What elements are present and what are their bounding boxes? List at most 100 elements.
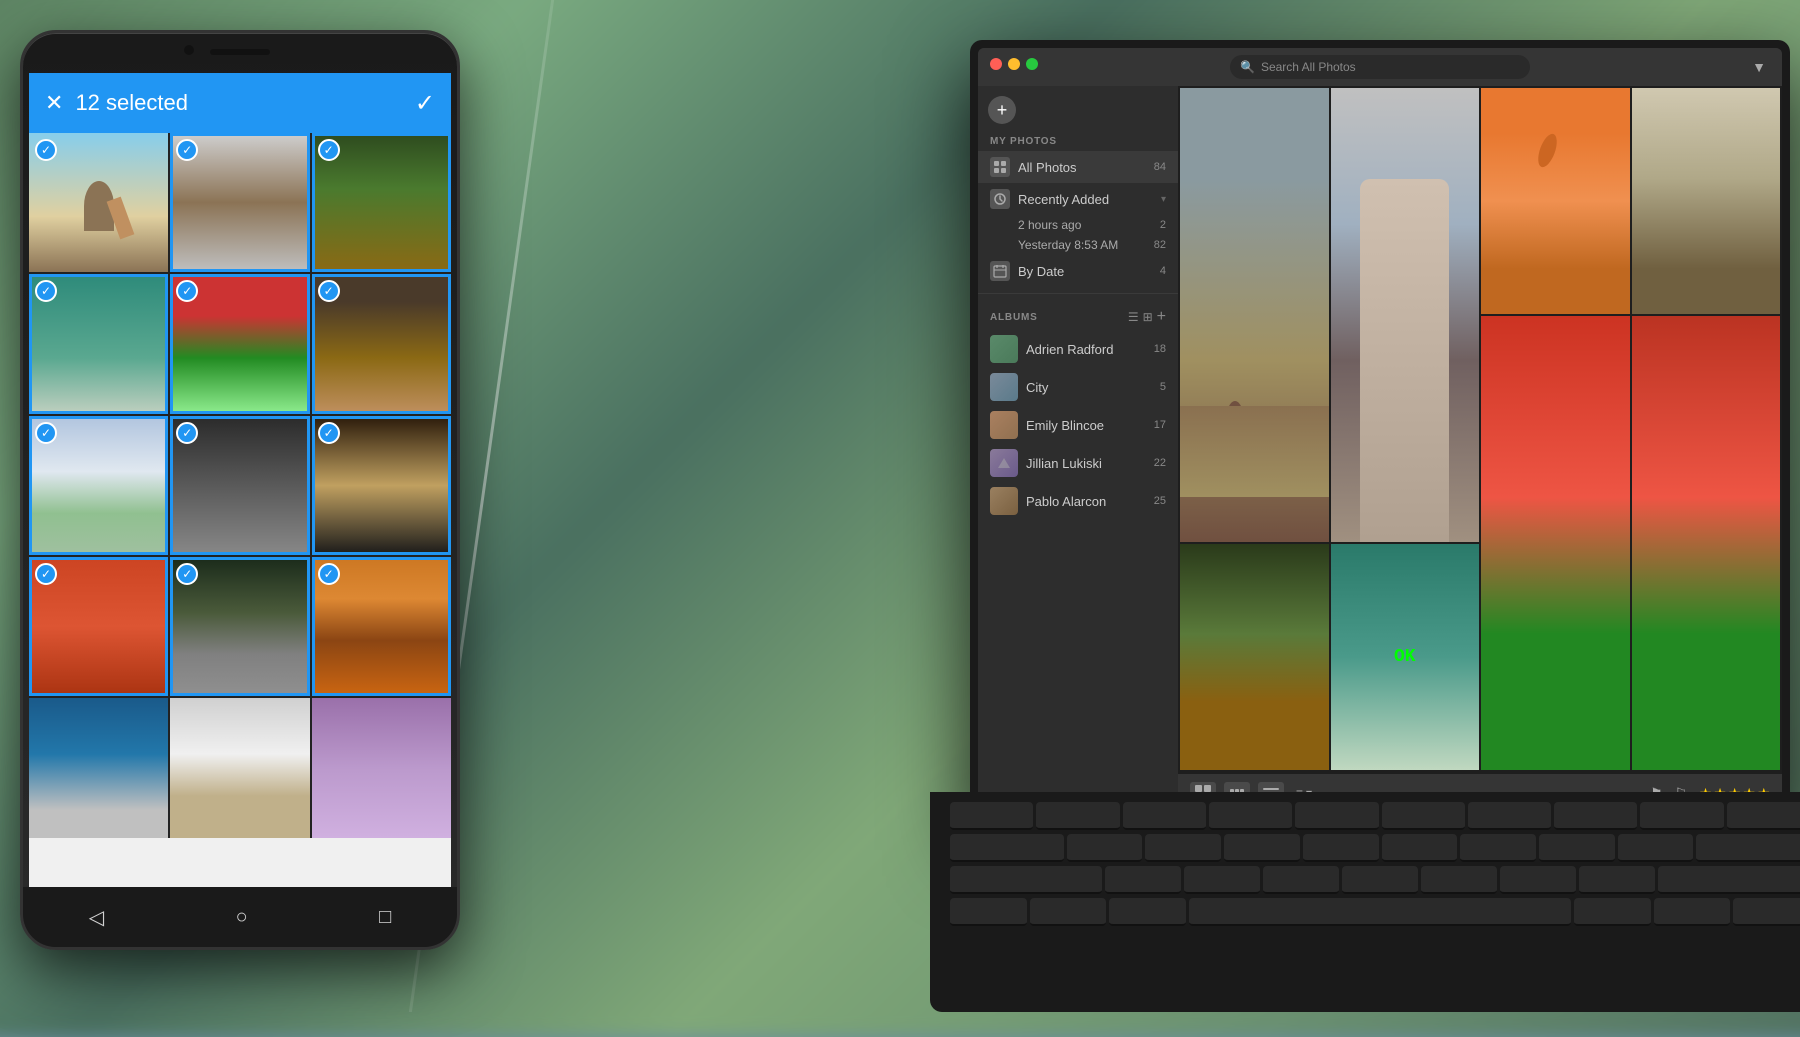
key-n [1500, 866, 1576, 894]
album-label-city: City [1026, 380, 1152, 395]
key-enter [1696, 834, 1800, 862]
confirm-icon[interactable]: ✓ [415, 89, 435, 118]
photo-cell-ok[interactable]: OK [1331, 544, 1480, 770]
photo-cell-group[interactable] [1632, 88, 1781, 314]
app-toolbar: 🔍 Search All Photos ▼ [978, 48, 1782, 86]
by-date-count: 4 [1160, 265, 1166, 277]
grid-cell-11[interactable]: ✓ [170, 557, 309, 696]
key-g [1303, 834, 1379, 862]
fullscreen-traffic-light[interactable] [1026, 58, 1038, 70]
album-pablo-alarcon[interactable]: Pablo Alarcon 25 [978, 482, 1178, 520]
key-arrow-left [1654, 898, 1731, 926]
list-view-icon[interactable]: ☰ [1128, 310, 1139, 324]
grid-cell-15[interactable] [312, 698, 451, 837]
key-t [1295, 802, 1378, 830]
sidebar-sub-2hours[interactable]: 2 hours ago 2 [978, 215, 1178, 235]
phone-screen: ✕ 12 selected ✓ ✓ ✓ [29, 73, 451, 887]
recents-nav-button[interactable]: □ [379, 906, 391, 929]
photo-cell-woman[interactable] [1331, 88, 1480, 542]
key-space [1189, 898, 1572, 926]
sidebar-sub-yesterday[interactable]: Yesterday 8:53 AM 82 [978, 235, 1178, 255]
close-traffic-light[interactable] [990, 58, 1002, 70]
grid-cell-12[interactable]: ✓ [312, 557, 451, 696]
2hours-count: 2 [1160, 219, 1166, 231]
grid-cell-8[interactable]: ✓ [170, 416, 309, 555]
photo-grid: OK [1178, 86, 1782, 774]
grid-cell-13[interactable] [29, 698, 168, 837]
key-alt [1109, 898, 1186, 926]
key-ctrl [1030, 898, 1107, 926]
albums-view-toggle[interactable]: ☰ ⊞ [1128, 310, 1153, 324]
recently-added-label: Recently Added [1018, 192, 1153, 207]
grid-cell-2[interactable]: ✓ [170, 133, 309, 272]
album-count-city: 5 [1160, 381, 1166, 393]
album-thumb-pablo [990, 487, 1018, 515]
by-date-icon [990, 261, 1010, 281]
key-j [1460, 834, 1536, 862]
my-photos-header: MY PHOTOS [978, 128, 1178, 151]
key-u [1468, 802, 1551, 830]
key-alt-right [1574, 898, 1651, 926]
photo-cell-food2[interactable] [1180, 544, 1329, 770]
key-o [1640, 802, 1723, 830]
photo-cell-ok2[interactable] [1632, 316, 1781, 770]
check-badge-10: ✓ [35, 563, 57, 585]
album-label-pablo: Pablo Alarcon [1026, 494, 1146, 509]
album-count-pablo: 25 [1154, 495, 1166, 507]
laptop-keyboard [930, 792, 1800, 1012]
photo-cell-red-wall[interactable] [1481, 316, 1630, 770]
albums-header: ALBUMS ☰ ⊞ + [978, 300, 1178, 330]
album-thumb-city [990, 373, 1018, 401]
grid-cell-6[interactable]: ✓ [312, 274, 451, 413]
grid-cell-10[interactable]: ✓ [29, 557, 168, 696]
grid-cell-14[interactable] [170, 698, 309, 837]
key-b [1421, 866, 1497, 894]
add-album-button[interactable]: + [1157, 308, 1166, 326]
search-bar[interactable]: 🔍 Search All Photos [1230, 55, 1530, 79]
laptop-body: 🔍 Search All Photos ▼ + MY PHOTOS [970, 40, 1790, 820]
yesterday-label: Yesterday 8:53 AM [1018, 238, 1146, 252]
phone-camera [184, 45, 194, 55]
album-jillian-lukiski[interactable]: Jillian Lukiski 22 [978, 444, 1178, 482]
grid-cell-9[interactable]: ✓ [312, 416, 451, 555]
all-photos-count: 84 [1154, 161, 1166, 173]
close-icon[interactable]: ✕ [45, 92, 63, 114]
key-m [1579, 866, 1655, 894]
home-nav-button[interactable]: ○ [236, 906, 248, 929]
key-k [1539, 834, 1615, 862]
phone-container: ✕ 12 selected ✓ ✓ ✓ [20, 30, 480, 980]
key-d [1145, 834, 1221, 862]
key-w [1036, 802, 1119, 830]
phone-body: ✕ 12 selected ✓ ✓ ✓ [20, 30, 460, 950]
album-emily-blincoe[interactable]: Emily Blincoe 17 [978, 406, 1178, 444]
key-v [1342, 866, 1418, 894]
phone-photo-grid: ✓ ✓ ✓ ✓ ✓ [29, 133, 451, 838]
recently-added-icon [990, 189, 1010, 209]
grid-cell-4[interactable]: ✓ [29, 274, 168, 413]
grid-cell-1[interactable]: ✓ [29, 133, 168, 272]
album-city[interactable]: City 5 [978, 368, 1178, 406]
sidebar-item-recently-added[interactable]: Recently Added ▾ [978, 183, 1178, 215]
album-adrien-radford[interactable]: Adrien Radford 18 [978, 330, 1178, 368]
sidebar-item-all-photos[interactable]: All Photos 84 [978, 151, 1178, 183]
sidebar: + MY PHOTOS All Photos [978, 86, 1178, 812]
grid-view-icon[interactable]: ⊞ [1143, 310, 1153, 324]
album-count-emily: 17 [1154, 419, 1166, 431]
album-count-jillian: 22 [1154, 457, 1166, 469]
add-button[interactable]: + [988, 96, 1016, 124]
grid-cell-5[interactable]: ✓ [170, 274, 309, 413]
photo-cell-street[interactable] [1180, 88, 1329, 542]
minimize-traffic-light[interactable] [1008, 58, 1020, 70]
key-q [950, 802, 1033, 830]
check-badge-8: ✓ [176, 422, 198, 444]
selected-count-label: 12 selected [75, 90, 402, 116]
sidebar-item-by-date[interactable]: By Date 4 [978, 255, 1178, 287]
check-badge-6: ✓ [318, 280, 340, 302]
check-badge-3: ✓ [318, 139, 340, 161]
photo-cell-jump[interactable] [1481, 88, 1630, 314]
back-nav-button[interactable]: ◁ [89, 905, 104, 930]
grid-cell-7[interactable]: ✓ [29, 416, 168, 555]
grid-cell-3[interactable]: ✓ [312, 133, 451, 272]
phone-navigation-bar: ◁ ○ □ [23, 887, 457, 947]
filter-icon[interactable]: ▼ [1752, 59, 1766, 75]
